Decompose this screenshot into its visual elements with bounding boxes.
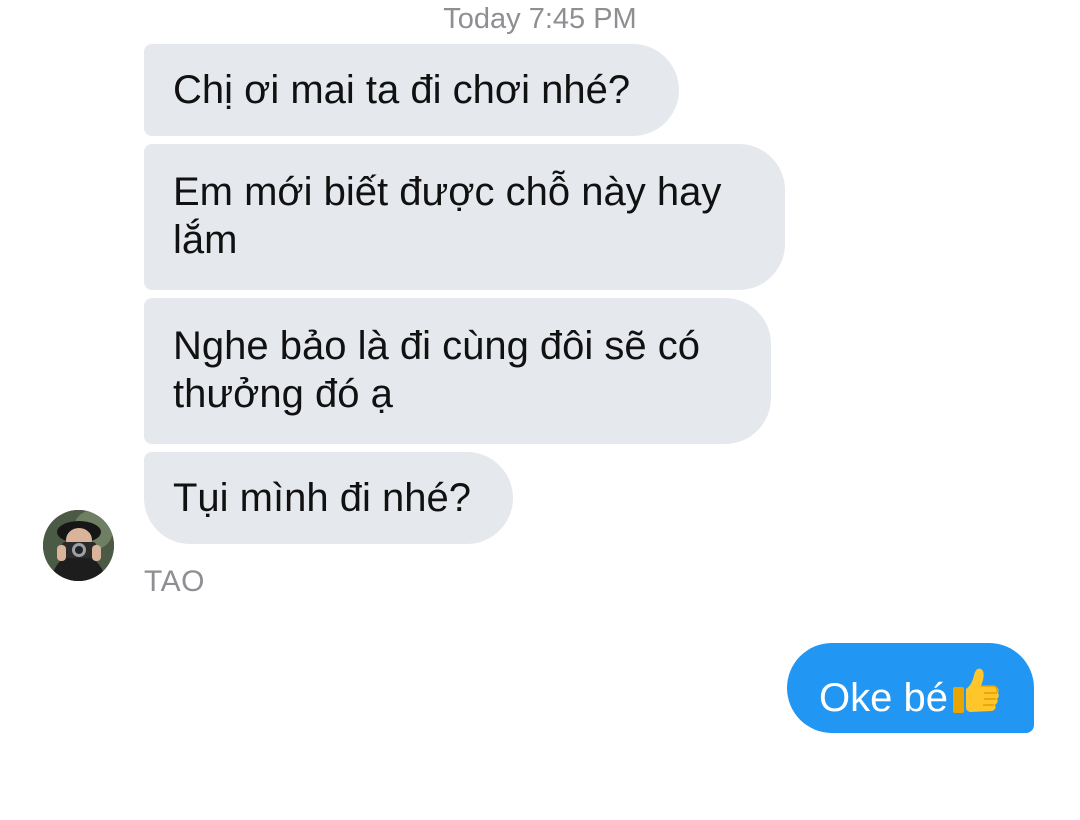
incoming-message-bubble[interactable]: Tụi mình đi nhé? — [144, 452, 513, 544]
incoming-message-group: Chị ơi mai ta đi chơi nhé? Em mới biết đ… — [144, 44, 844, 552]
incoming-message-bubble[interactable]: Chị ơi mai ta đi chơi nhé? — [144, 44, 679, 136]
message-text: Nghe bảo là đi cùng đôi sẽ có thưởng đó … — [173, 324, 701, 416]
sender-name: TAO — [144, 565, 205, 598]
message-text: Oke bé — [819, 676, 948, 720]
thumbs-up-icon — [950, 665, 1002, 728]
incoming-message-bubble[interactable]: Nghe bảo là đi cùng đôi sẽ có thưởng đó … — [144, 298, 771, 444]
message-text: Tụi mình đi nhé? — [173, 476, 471, 520]
sender-avatar[interactable] — [43, 510, 114, 581]
outgoing-message-bubble[interactable]: Oke bé — [787, 643, 1034, 733]
incoming-message-bubble[interactable]: Em mới biết được chỗ này hay lắm — [144, 144, 785, 290]
conversation-timestamp: Today 7:45 PM — [443, 3, 637, 35]
message-text: Em mới biết được chỗ này hay lắm — [173, 170, 722, 262]
message-text: Chị ơi mai ta đi chơi nhé? — [173, 68, 631, 112]
